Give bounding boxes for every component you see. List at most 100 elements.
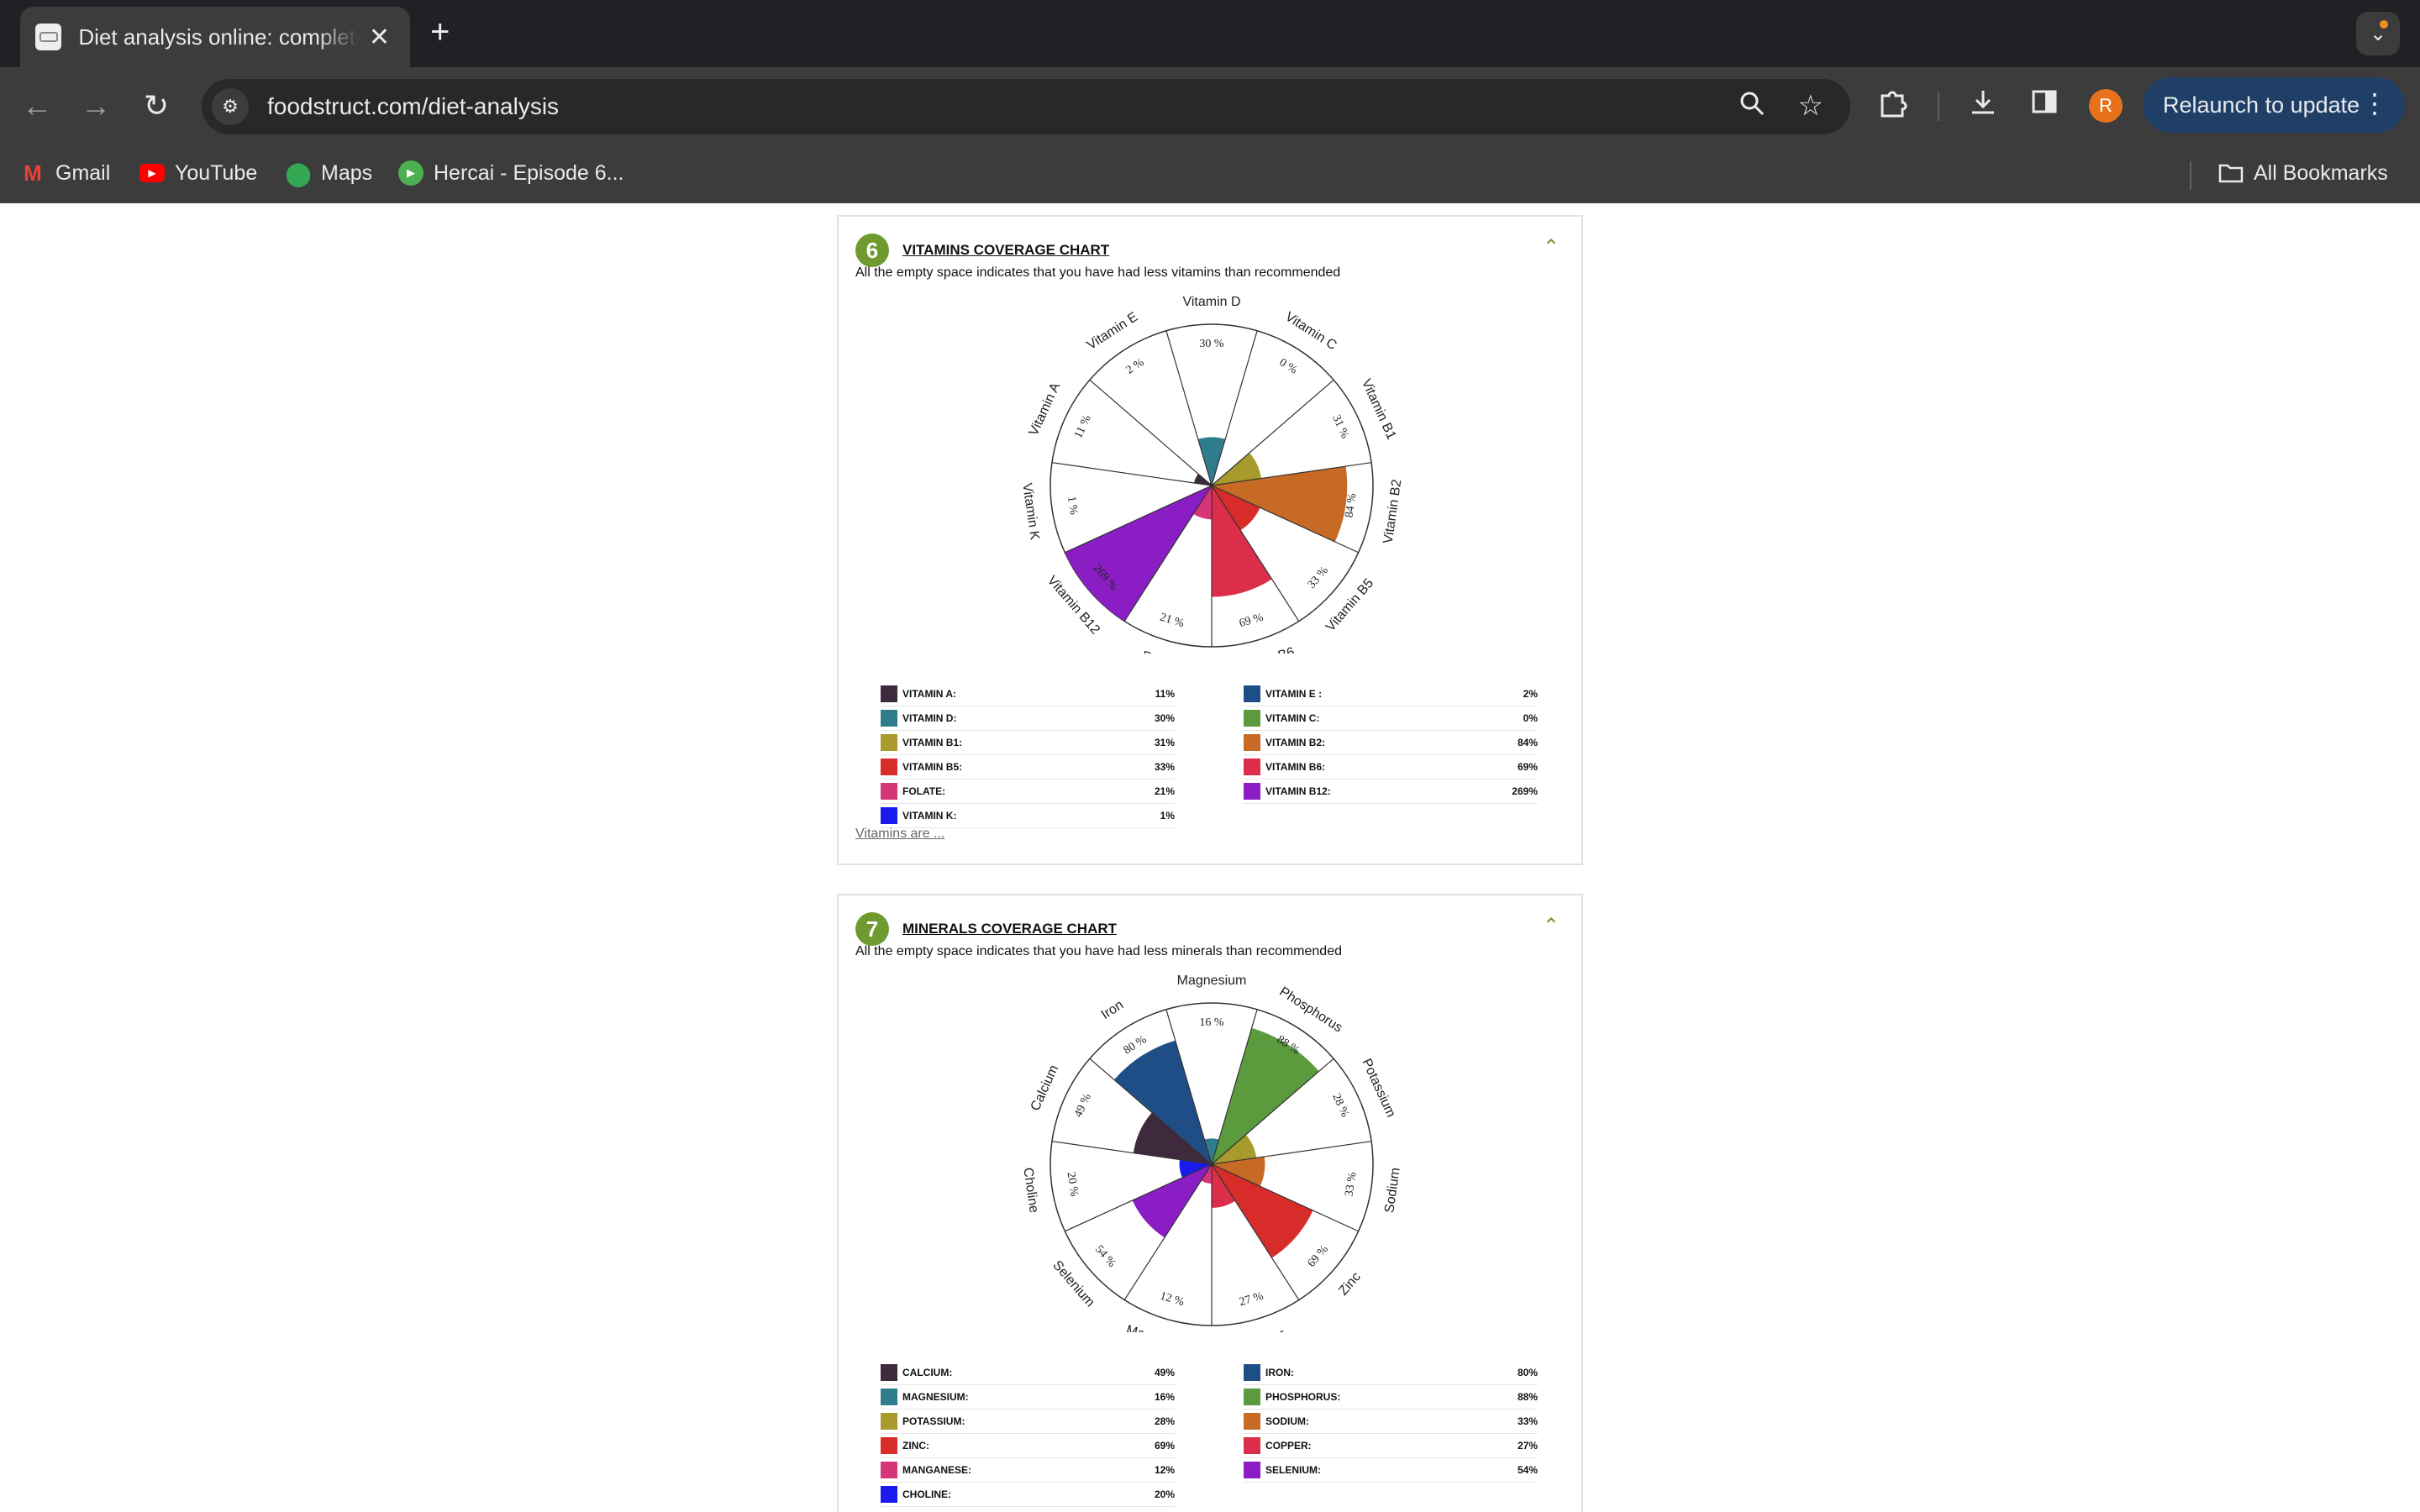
legend-row: COPPER: 27% (1244, 1434, 1538, 1458)
profile-avatar[interactable]: R (2089, 89, 2123, 123)
legend-row: CHOLINE: 20% (881, 1483, 1175, 1507)
legend-swatch (881, 759, 897, 775)
side-panel-icon[interactable] (2030, 87, 2059, 123)
legend-value: 54% (1517, 1464, 1538, 1476)
legend-name: FOLATE: (902, 785, 946, 797)
minerals-legend-left: CALCIUM: 49% MAGNESIUM: 16% POTASSIUM: 28% ZIN… (881, 1361, 1175, 1507)
chart-category-label: Vitamin B2 (1381, 479, 1405, 545)
legend-name: COPPER: (1265, 1440, 1312, 1452)
youtube-icon: ▶ (139, 164, 165, 182)
forward-arrow-icon[interactable]: → (76, 86, 116, 126)
legend-value: 30% (1154, 712, 1175, 724)
legend-row: VITAMIN C: 0% (1244, 706, 1538, 731)
legend-value: 269% (1512, 785, 1538, 797)
bookmark-gmail[interactable]: M Gmail (20, 156, 110, 190)
chart-value-label: 30 % (1199, 338, 1224, 350)
legend-value: 33% (1517, 1415, 1538, 1427)
legend-value: 11% (1155, 688, 1175, 700)
new-tab-plus-icon[interactable]: + (430, 15, 450, 49)
legend-value: 28% (1154, 1415, 1175, 1427)
minerals-card: 7 MINERALS COVERAGE CHART All the empty … (837, 894, 1583, 1512)
legend-value: 2% (1523, 688, 1538, 700)
toolbar-divider (1938, 92, 1939, 121)
toolbar: ← → ↻ ⚙ foodstruct.com/diet-analysis ☆ R… (0, 67, 2420, 143)
legend-name: CALCIUM: (902, 1367, 953, 1378)
download-icon[interactable] (1968, 87, 1998, 125)
legend-row: ZINC: 69% (881, 1434, 1175, 1458)
legend-swatch (1244, 734, 1260, 751)
legend-value: 16% (1154, 1391, 1175, 1403)
folder-icon (2218, 160, 2244, 186)
legend-swatch (1244, 1413, 1260, 1430)
legend-row: IRON: 80% (1244, 1361, 1538, 1385)
legend-swatch (881, 1389, 897, 1405)
legend-row: VITAMIN D: 30% (881, 706, 1175, 731)
active-tab[interactable]: Diet analysis online: complete ✕ (20, 7, 410, 67)
legend-value: 69% (1154, 1440, 1175, 1452)
legend-swatch (881, 1364, 897, 1381)
legend-swatch (881, 734, 897, 751)
bookmark-maps[interactable]: ⬤ Maps (285, 156, 372, 190)
legend-name: VITAMIN B5: (902, 761, 963, 773)
kebab-menu-icon[interactable]: ⋮ (2361, 87, 2388, 119)
all-bookmarks-label: All Bookmarks (2254, 160, 2388, 185)
legend-name: IRON: (1265, 1367, 1294, 1378)
legend-row: VITAMIN A: 11% (881, 682, 1175, 706)
legend-swatch (881, 1437, 897, 1454)
tab-search-chevron-icon[interactable]: ⌄ (2356, 12, 2400, 55)
legend-swatch (1244, 759, 1260, 775)
bookmark-hercai[interactable]: ▶ Hercai - Episode 6... (398, 156, 624, 190)
legend-value: 69% (1517, 761, 1538, 773)
chart-category-label: Folate (1140, 648, 1181, 654)
legend-name: ZINC: (902, 1440, 929, 1452)
zoom-magnifier-icon[interactable] (1738, 89, 1766, 125)
legend-swatch (881, 685, 897, 702)
all-bookmarks[interactable]: All Bookmarks (2218, 156, 2388, 190)
site-settings-icon[interactable]: ⚙ (212, 88, 249, 125)
legend-row: VITAMIN B1: 31% (881, 731, 1175, 755)
extensions-puzzle-icon[interactable] (1877, 87, 1909, 127)
legend-swatch (881, 710, 897, 727)
legend-swatch (881, 783, 897, 800)
legend-row: POTASSIUM: 28% (881, 1410, 1175, 1434)
legend-value: 20% (1154, 1488, 1175, 1500)
legend-row: MANGANESE: 12% (881, 1458, 1175, 1483)
minerals-legend-right: IRON: 80% PHOSPHORUS: 88% SODIUM: 33% COPPER: 2… (1244, 1361, 1538, 1483)
legend-name: SODIUM: (1265, 1415, 1309, 1427)
legend-swatch (1244, 710, 1260, 727)
chart-category-label: Magnesium (1177, 974, 1247, 988)
legend-name: SELENIUM: (1265, 1464, 1321, 1476)
close-icon[interactable]: ✕ (369, 23, 390, 52)
chart-category-label: Zinc (1336, 1270, 1364, 1299)
legend-name: PHOSPHORUS: (1265, 1391, 1341, 1403)
legend-value: 1% (1160, 810, 1175, 822)
chart-category-label: Vitamin D (1182, 295, 1240, 309)
legend-row: VITAMIN B5: 33% (881, 755, 1175, 780)
legend-name: VITAMIN E : (1265, 688, 1323, 700)
legend-swatch (1244, 1462, 1260, 1478)
legend-row: SODIUM: 33% (1244, 1410, 1538, 1434)
legend-row: VITAMIN B12: 269% (1244, 780, 1538, 804)
vitamins-polar-chart: Vitamin D30 % Vitamin C0 %Vitamin B131 %V… (1019, 295, 1405, 654)
site-favicon-icon (35, 24, 62, 50)
legend-value: 84% (1517, 737, 1538, 748)
reload-icon[interactable]: ↻ (136, 86, 176, 126)
legend-swatch (881, 1413, 897, 1430)
bookmark-youtube[interactable]: ▶ YouTube (139, 156, 257, 190)
address-bar[interactable]: ⚙ foodstruct.com/diet-analysis ☆ (202, 79, 1850, 134)
vitamins-more-link[interactable]: Vitamins are ... (855, 827, 944, 842)
legend-name: VITAMIN A: (902, 688, 956, 700)
url-text[interactable]: foodstruct.com/diet-analysis (267, 93, 559, 120)
legend-name: CHOLINE: (902, 1488, 951, 1500)
chart-category-label: Sodium (1382, 1167, 1403, 1214)
relaunch-button[interactable]: Relaunch to update ⋮ (2143, 77, 2405, 133)
legend-row: VITAMIN E : 2% (1244, 682, 1538, 706)
back-arrow-icon[interactable]: ← (17, 86, 57, 126)
legend-row: FOLATE: 21% (881, 780, 1175, 804)
bookmarks-bar: M Gmail ▶ YouTube ⬤ Maps ▶ Hercai - Epis… (0, 144, 2420, 203)
bookmark-star-icon[interactable]: ☆ (1798, 89, 1823, 123)
relaunch-label: Relaunch to update (2163, 92, 2360, 118)
tab-strip: Diet analysis online: complete ✕ + ⌄ (0, 0, 2420, 67)
legend-name: POTASSIUM: (902, 1415, 965, 1427)
legend-value: 49% (1154, 1367, 1175, 1378)
